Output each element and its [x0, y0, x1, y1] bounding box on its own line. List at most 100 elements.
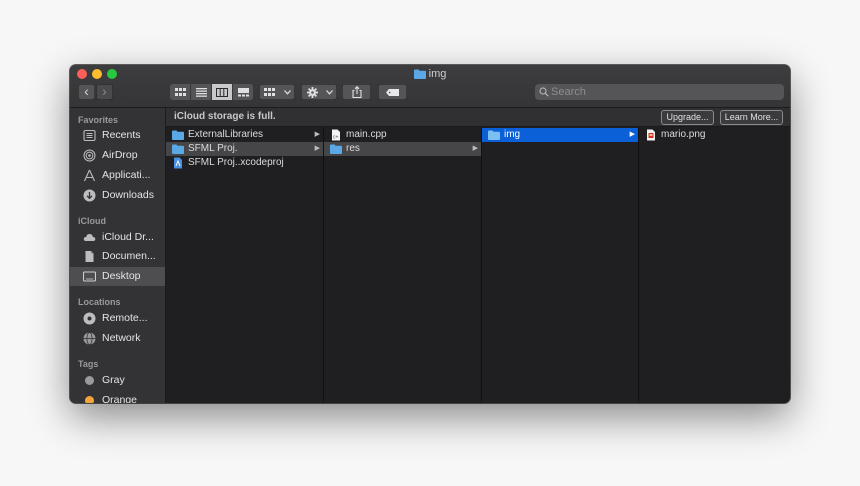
list-item[interactable]: c+ main.cpp — [324, 128, 481, 142]
browser-column-4[interactable]: mario.png — [639, 127, 790, 403]
sidebar-item-label: Network — [102, 332, 141, 344]
edit-tags-button[interactable] — [378, 84, 407, 100]
svg-text:c+: c+ — [333, 135, 339, 141]
list-icon — [195, 87, 207, 97]
tag-color-dot-icon — [85, 396, 94, 403]
view-mode-control — [170, 84, 253, 100]
column-view-button[interactable] — [212, 84, 232, 100]
sidebar-item-applications[interactable]: Applicati... — [70, 166, 165, 185]
network-icon — [83, 332, 96, 345]
browser-column-1[interactable]: ExternalLibraries ▶ SFML Proj. ▶ SFML Pr… — [166, 127, 324, 403]
search-input[interactable] — [551, 84, 776, 100]
browser-column-2[interactable]: c+ main.cpp res ▶ — [324, 127, 482, 403]
disclosure-triangle-icon: ▶ — [472, 145, 478, 152]
sidebar-heading-icloud: iCloud — [78, 216, 106, 226]
tag-icon — [386, 88, 399, 96]
columns-icon — [216, 87, 228, 97]
share-icon — [351, 86, 362, 98]
list-view-button[interactable] — [191, 84, 211, 100]
xcode-project-icon — [174, 157, 182, 169]
sidebar-item-label: Downloads — [102, 189, 154, 201]
chevron-left-icon: ‹ — [84, 83, 89, 99]
sidebar-item-label: AirDrop — [102, 149, 138, 161]
window-title-text: img — [428, 68, 447, 80]
gallery-view-button[interactable] — [233, 84, 253, 100]
airdrop-icon — [83, 149, 96, 162]
chevron-down-icon — [284, 90, 291, 95]
grid-icon — [264, 88, 275, 96]
applications-icon — [83, 169, 96, 182]
desktop-icon — [83, 271, 96, 282]
sidebar-heading-favorites: Favorites — [78, 115, 119, 125]
folder-icon — [488, 130, 500, 140]
list-item[interactable]: img ▶ — [482, 128, 638, 142]
sidebar-item-label: iCloud Dr... — [102, 231, 154, 243]
icon-view-button[interactable] — [170, 84, 190, 100]
item-label: main.cpp — [346, 129, 387, 140]
sidebar-item-recents[interactable]: Recents — [70, 126, 165, 145]
gear-icon — [307, 86, 318, 98]
sidebar-item-label: Recents — [102, 129, 141, 141]
item-label: img — [504, 129, 521, 140]
sidebar-item-label: Applicati... — [102, 169, 151, 181]
item-label: res — [346, 143, 360, 154]
folder-icon — [172, 130, 184, 140]
sidebar-heading-locations: Locations — [78, 297, 121, 307]
search-field[interactable] — [535, 84, 784, 100]
folder-icon — [172, 144, 184, 154]
upgrade-button[interactable]: Upgrade... — [661, 110, 714, 125]
list-item[interactable]: mario.png — [639, 128, 790, 142]
list-item[interactable]: SFML Proj..xcodeproj — [166, 156, 323, 170]
share-button[interactable] — [342, 84, 371, 100]
item-label: SFML Proj. — [188, 143, 238, 154]
disclosure-triangle-icon: ▶ — [314, 131, 320, 138]
disc-icon — [83, 312, 96, 325]
document-icon — [85, 251, 94, 262]
sidebar-item-label: Gray — [102, 374, 125, 386]
folder-icon — [330, 144, 342, 154]
grid-icon — [174, 87, 186, 96]
sidebar-item-airdrop[interactable]: AirDrop — [70, 146, 165, 165]
sidebar-item-label: Documen... — [102, 250, 156, 262]
sidebar-item-tag-gray[interactable]: Gray — [70, 371, 165, 390]
list-item[interactable]: res ▶ — [324, 142, 481, 156]
browser-column-3[interactable]: img ▶ — [482, 127, 639, 403]
sidebar-item-desktop[interactable]: Desktop — [70, 267, 165, 286]
sidebar-item-icloud-drive[interactable]: iCloud Dr... — [70, 228, 165, 247]
sidebar-item-remote-disc[interactable]: Remote... — [70, 309, 165, 328]
image-file-icon — [647, 129, 655, 141]
action-menu-button[interactable] — [301, 84, 337, 100]
banner-message: iCloud storage is full. — [174, 111, 276, 122]
sidebar-item-documents[interactable]: Documen... — [70, 247, 165, 266]
cpp-file-icon: c+ — [332, 129, 340, 141]
item-label: mario.png — [661, 129, 706, 140]
item-label: ExternalLibraries — [188, 129, 264, 140]
folder-icon — [413, 69, 426, 79]
tag-color-dot-icon — [85, 376, 94, 385]
chevron-down-icon — [326, 90, 333, 95]
chevron-right-icon: › — [102, 83, 107, 99]
sidebar-item-network[interactable]: Network — [70, 329, 165, 348]
learn-more-button[interactable]: Learn More... — [720, 110, 783, 125]
sidebar: Favorites Recents AirDrop Applicati... D… — [70, 108, 166, 403]
cloud-icon — [83, 233, 96, 241]
item-label: SFML Proj..xcodeproj — [188, 157, 284, 168]
list-item[interactable]: ExternalLibraries ▶ — [166, 128, 323, 142]
group-by-button[interactable] — [259, 84, 295, 100]
download-icon — [83, 189, 96, 202]
window-title: img — [70, 67, 790, 81]
list-item[interactable]: SFML Proj. ▶ — [166, 142, 323, 156]
icloud-storage-banner: iCloud storage is full. Upgrade... Learn… — [166, 108, 790, 127]
gallery-icon — [237, 87, 249, 96]
sidebar-item-tag-orange[interactable]: Orange — [70, 391, 165, 403]
sidebar-item-label: Desktop — [102, 270, 141, 282]
sidebar-heading-tags: Tags — [78, 359, 99, 369]
column-browser: iCloud storage is full. Upgrade... Learn… — [166, 108, 790, 403]
disclosure-triangle-icon: ▶ — [314, 145, 320, 152]
back-button[interactable]: ‹ — [78, 84, 95, 100]
clock-icon — [83, 129, 96, 142]
search-icon — [539, 87, 549, 97]
sidebar-item-downloads[interactable]: Downloads — [70, 186, 165, 205]
sidebar-item-label: Orange — [102, 394, 138, 403]
forward-button[interactable]: › — [96, 84, 113, 100]
